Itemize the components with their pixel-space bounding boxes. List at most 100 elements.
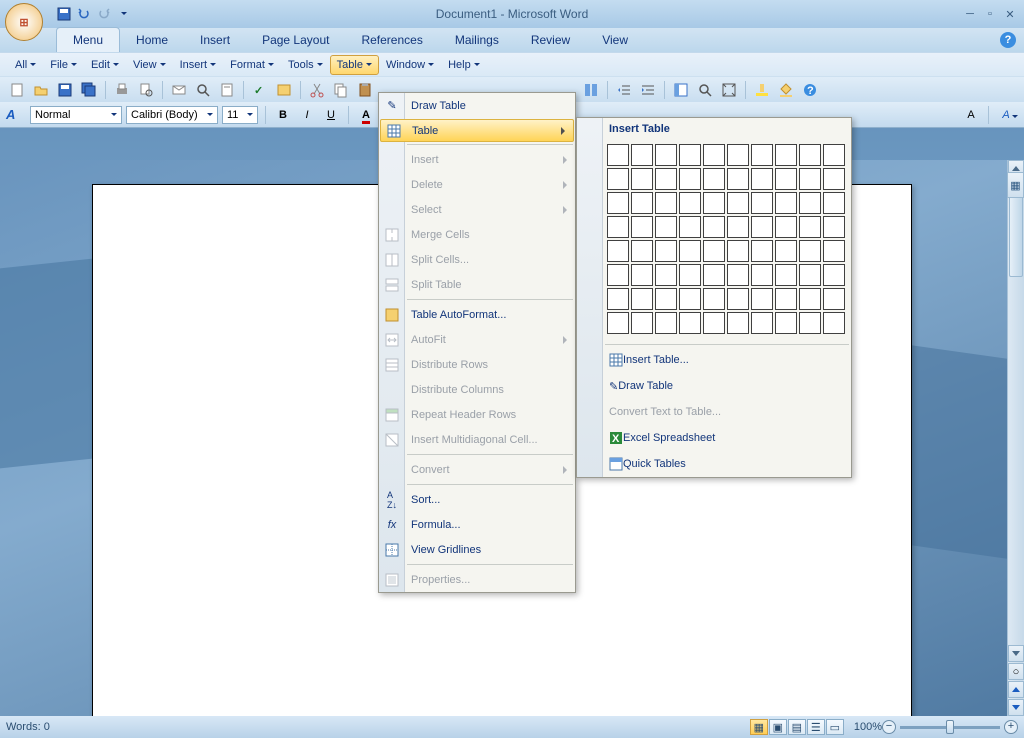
grid-cell[interactable] [679, 240, 701, 262]
grid-cell[interactable] [823, 144, 845, 166]
decrease-indent-icon[interactable] [613, 79, 635, 101]
ribbon-tab-view[interactable]: View [586, 28, 644, 52]
highlight-color-icon[interactable] [751, 79, 773, 101]
grid-cell[interactable] [679, 144, 701, 166]
menu-table-autoformat[interactable]: Table AutoFormat... [379, 302, 575, 327]
close-button[interactable]: ✕ [1002, 7, 1018, 21]
grid-cell[interactable] [727, 216, 749, 238]
grid-cell[interactable] [727, 288, 749, 310]
submenu-quick-tables[interactable]: Quick Tables [577, 451, 851, 477]
menu-format[interactable]: Format [223, 55, 281, 75]
menu-delete-sub[interactable]: Delete [379, 172, 575, 197]
paste-icon[interactable] [354, 79, 376, 101]
help-icon[interactable]: ? [799, 79, 821, 101]
table-size-grid[interactable] [577, 140, 851, 342]
grid-cell[interactable] [751, 264, 773, 286]
grid-cell[interactable] [607, 240, 629, 262]
fullscreen-icon[interactable] [718, 79, 740, 101]
grid-cell[interactable] [703, 288, 725, 310]
grid-cell[interactable] [631, 216, 653, 238]
grid-cell[interactable] [823, 312, 845, 334]
grid-cell[interactable] [775, 216, 797, 238]
submenu-excel[interactable]: XExcel Spreadsheet [577, 425, 851, 451]
font-combo[interactable]: Calibri (Body) [126, 106, 218, 124]
grid-cell[interactable] [607, 312, 629, 334]
grid-cell[interactable] [751, 240, 773, 262]
grid-cell[interactable] [727, 168, 749, 190]
grid-cell[interactable] [775, 240, 797, 262]
grid-cell[interactable] [751, 288, 773, 310]
ribbon-tab-insert[interactable]: Insert [184, 28, 246, 52]
menu-help[interactable]: Help [441, 55, 487, 75]
menu-table-submenu[interactable]: Table [380, 119, 574, 142]
menu-edit[interactable]: Edit [84, 55, 126, 75]
scroll-down-button[interactable] [1008, 645, 1024, 662]
grid-cell[interactable] [823, 168, 845, 190]
underline-button[interactable]: U [321, 109, 341, 121]
font-color-button[interactable]: A [356, 109, 376, 121]
grid-cell[interactable] [775, 144, 797, 166]
grid-cell[interactable] [799, 264, 821, 286]
grid-cell[interactable] [631, 168, 653, 190]
menu-all[interactable]: All [8, 55, 43, 75]
grid-cell[interactable] [655, 144, 677, 166]
font-grow-button[interactable]: A [961, 109, 981, 121]
ribbon-tab-page-layout[interactable]: Page Layout [246, 28, 345, 52]
help-button[interactable]: ? [1000, 32, 1016, 48]
style-format-icon[interactable]: A [6, 107, 26, 122]
zoom-icon[interactable] [694, 79, 716, 101]
zoom-in-button[interactable]: + [1004, 720, 1018, 734]
mail-icon[interactable] [168, 79, 190, 101]
menu-window[interactable]: Window [379, 55, 441, 75]
print-icon[interactable] [111, 79, 133, 101]
grid-cell[interactable] [655, 216, 677, 238]
grid-cell[interactable] [703, 168, 725, 190]
grid-cell[interactable] [607, 168, 629, 190]
grid-cell[interactable] [751, 168, 773, 190]
grid-cell[interactable] [679, 288, 701, 310]
research-icon[interactable] [216, 79, 238, 101]
new-doc-icon[interactable] [6, 79, 28, 101]
grid-cell[interactable] [799, 240, 821, 262]
grid-cell[interactable] [655, 240, 677, 262]
grid-cell[interactable] [655, 168, 677, 190]
menu-convert[interactable]: Convert [379, 457, 575, 482]
ribbon-tab-mailings[interactable]: Mailings [439, 28, 515, 52]
grid-cell[interactable] [679, 312, 701, 334]
draft-view[interactable]: ▭ [826, 719, 844, 735]
grid-cell[interactable] [775, 168, 797, 190]
vertical-scrollbar[interactable]: ○ [1007, 160, 1024, 716]
save-icon[interactable] [54, 79, 76, 101]
cut-icon[interactable] [306, 79, 328, 101]
grid-cell[interactable] [679, 168, 701, 190]
qat-save-icon[interactable] [56, 6, 72, 22]
change-case-button[interactable]: A [996, 109, 1024, 121]
grid-cell[interactable] [679, 192, 701, 214]
grid-cell[interactable] [823, 264, 845, 286]
grid-cell[interactable] [751, 144, 773, 166]
grid-cell[interactable] [727, 240, 749, 262]
grid-cell[interactable] [775, 312, 797, 334]
grid-cell[interactable] [607, 216, 629, 238]
grid-cell[interactable] [799, 216, 821, 238]
grid-cell[interactable] [703, 312, 725, 334]
italic-button[interactable]: I [297, 109, 317, 121]
office-button[interactable]: ⊞ [5, 3, 43, 41]
zoom-slider-thumb[interactable] [946, 720, 954, 734]
side-panel-toggle[interactable]: ▦ [1007, 172, 1024, 198]
grid-cell[interactable] [703, 144, 725, 166]
font-size-combo[interactable]: 11 [222, 106, 258, 124]
grid-cell[interactable] [727, 144, 749, 166]
fullscreen-reading-view[interactable]: ▣ [769, 719, 787, 735]
increase-indent-icon[interactable] [637, 79, 659, 101]
fill-color-icon[interactable] [775, 79, 797, 101]
grid-cell[interactable] [655, 288, 677, 310]
grid-cell[interactable] [727, 264, 749, 286]
menu-draw-table[interactable]: ✎Draw Table [379, 93, 575, 118]
outline-view[interactable]: ☰ [807, 719, 825, 735]
ribbon-tab-home[interactable]: Home [120, 28, 184, 52]
grid-cell[interactable] [823, 192, 845, 214]
qat-undo-icon[interactable] [76, 6, 92, 22]
grid-cell[interactable] [727, 192, 749, 214]
grid-cell[interactable] [631, 240, 653, 262]
